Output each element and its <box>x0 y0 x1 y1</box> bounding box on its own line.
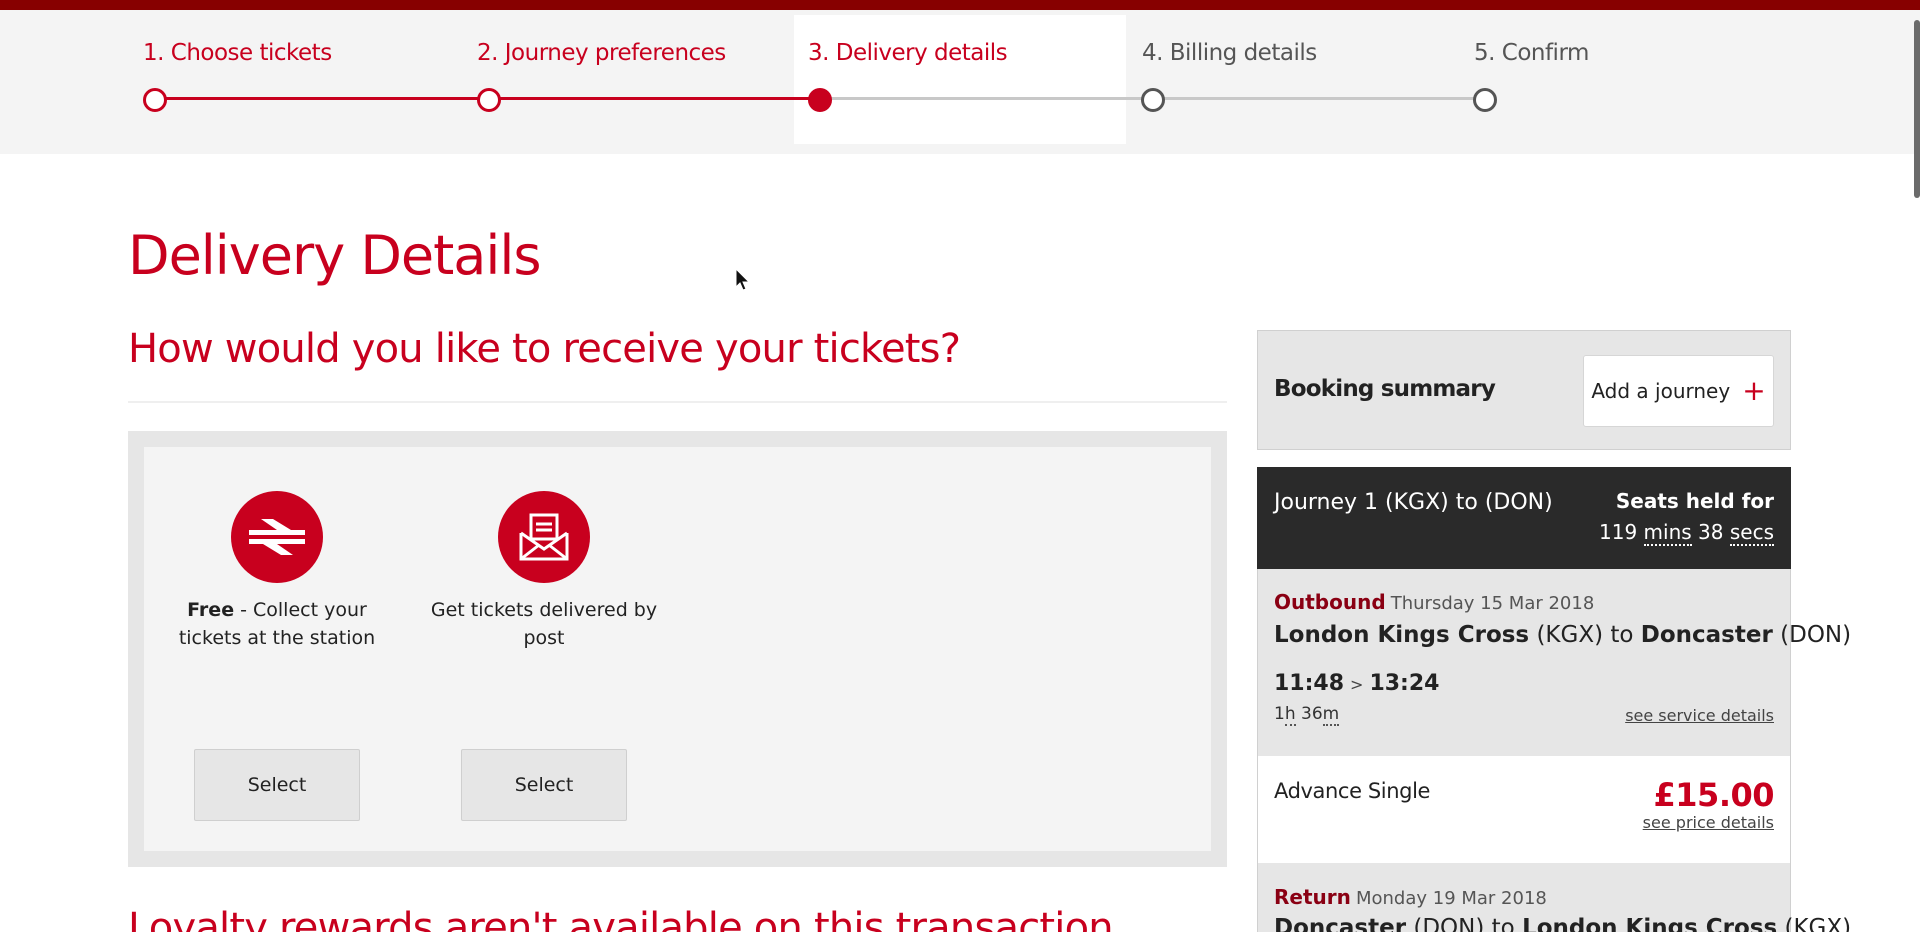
step-confirm: 5. Confirm <box>1474 40 1589 66</box>
outbound-duration: 1h 36m <box>1274 704 1340 726</box>
see-price-details-link[interactable]: see price details <box>1643 813 1774 832</box>
outbound-times: 11:48 >13:24 <box>1274 671 1440 696</box>
select-collect-at-station-button[interactable]: Select <box>194 749 360 821</box>
fare-name: Advance Single <box>1274 779 1431 803</box>
step-marker-done <box>477 88 501 112</box>
add-journey-button[interactable]: Add a journey + <box>1583 355 1774 427</box>
journey-header <box>1257 467 1791 569</box>
step-marker-todo <box>1141 88 1165 112</box>
return-header: Return Monday 19 Mar 2018 <box>1274 885 1547 909</box>
national-rail-icon <box>231 491 323 583</box>
journey-title: Journey 1 (KGX) to (DON) <box>1274 490 1553 515</box>
select-delivered-by-post-button[interactable]: Select <box>461 749 627 821</box>
page-title: Delivery Details <box>128 224 542 287</box>
outbound-route: London Kings Cross (KGX) to Doncaster (D… <box>1274 622 1852 648</box>
add-journey-label: Add a journey <box>1591 379 1731 403</box>
step-delivery-details: 3. Delivery details <box>808 40 1008 66</box>
step-connector <box>155 97 489 100</box>
divider <box>128 401 1227 403</box>
step-connector <box>820 97 1153 100</box>
step-choose-tickets[interactable]: 1. Choose tickets <box>143 40 332 66</box>
booking-summary-title: Booking summary <box>1274 376 1496 402</box>
step-marker-todo <box>1473 88 1497 112</box>
envelope-icon <box>498 491 590 583</box>
loyalty-notice-heading: Loyalty rewards aren't available on this… <box>128 905 1114 932</box>
see-service-details-link[interactable]: see service details <box>1625 706 1774 725</box>
step-marker-current <box>808 88 832 112</box>
section-title: How would you like to receive your ticke… <box>128 326 961 372</box>
mouse-cursor-icon <box>735 268 751 291</box>
delivered-by-post-description: Get tickets delivered by post <box>430 599 658 649</box>
step-connector <box>1153 97 1485 100</box>
fare-price: £15.00 <box>1653 776 1775 814</box>
page-scrollbar[interactable] <box>1914 20 1920 198</box>
step-journey-preferences[interactable]: 2. Journey preferences <box>477 40 726 66</box>
chevron-right-icon: > <box>1350 675 1364 694</box>
plus-icon: + <box>1742 374 1766 407</box>
step-billing-details: 4. Billing details <box>1142 40 1317 66</box>
current-step-highlight <box>794 15 1126 144</box>
step-marker-done <box>143 88 167 112</box>
outbound-header: Outbound Thursday 15 Mar 2018 <box>1274 590 1595 614</box>
collect-at-station-description: Free - Collect your tickets at the stati… <box>178 599 376 649</box>
top-brand-bar <box>0 0 1920 10</box>
step-connector <box>489 97 820 100</box>
seats-held-countdown: 119 mins 38 secs <box>1599 520 1774 546</box>
seats-held-label: Seats held for <box>1615 489 1774 513</box>
return-route: Doncaster (DON) to London Kings Cross (K… <box>1274 915 1852 932</box>
